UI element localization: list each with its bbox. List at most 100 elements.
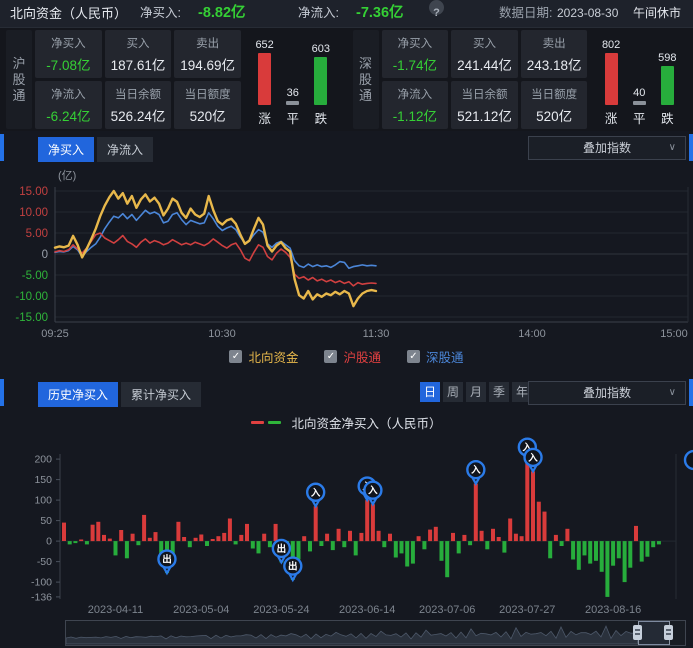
stat-cell-0-2: 卖出194.69亿	[174, 30, 241, 78]
period-month-button[interactable]: 月	[466, 382, 486, 402]
updown-column: 598跌	[658, 34, 676, 127]
svg-text:出: 出	[162, 554, 172, 566]
panel-shanghai-connect: 沪股通 净买入-7.08亿买入187.61亿卖出194.69亿净流入-6.24亿…	[0, 28, 347, 131]
data-date-value: 2023-08-30	[557, 0, 618, 27]
checkbox-shanghai[interactable]: ✓	[324, 350, 337, 363]
overlay-index-dropdown[interactable]: 叠加指数 ∨	[528, 136, 686, 160]
chevron-down-icon: ∨	[669, 382, 676, 404]
flow-marker-pin: 出	[284, 558, 301, 581]
svg-text:2023-07-06: 2023-07-06	[419, 604, 475, 616]
net-inflow-label: 净流入:	[298, 0, 339, 27]
updown-bar	[605, 53, 618, 105]
stat-cell-1-2: 卖出243.18亿	[521, 30, 588, 78]
svg-text:2023-07-27: 2023-07-27	[499, 604, 555, 616]
stat-cell-0-4: 当日余额526.24亿	[105, 81, 172, 129]
net-inflow-value: -7.36亿	[356, 0, 404, 27]
svg-text:11:30: 11:30	[363, 328, 390, 340]
chevron-down-icon: ∨	[669, 137, 676, 159]
svg-text:50: 50	[40, 515, 52, 527]
history-tabs: 历史净买入 累计净买入	[38, 382, 201, 407]
tab-cumulative-net-buy[interactable]: 累计净买入	[121, 382, 201, 407]
svg-text:200: 200	[34, 454, 52, 466]
legend-label-northbound: 北向资金	[248, 347, 298, 366]
stat-cell-1-0: 净买入-1.74亿	[382, 30, 449, 78]
panel-shanghai-connect-label: 沪股通	[6, 30, 32, 129]
right-accent-bar	[689, 134, 693, 161]
period-week-button[interactable]: 周	[443, 382, 463, 402]
panel-shenzhen-connect-cells: 净买入-1.74亿买入241.44亿卖出243.18亿净流入-1.12亿当日余额…	[382, 30, 588, 129]
flow-marker-pin: 入	[307, 484, 324, 507]
svg-text:2023-05-04: 2023-05-04	[173, 604, 229, 616]
svg-text:2023-06-14: 2023-06-14	[339, 604, 395, 616]
datazoom-minimap	[66, 621, 685, 645]
svg-text:入: 入	[470, 465, 481, 476]
period-day-button[interactable]: 日	[420, 382, 440, 402]
stat-cell-1-1: 买入241.44亿	[451, 30, 518, 78]
checkbox-shenzhen[interactable]: ✓	[407, 350, 420, 363]
tab-net-inflow[interactable]: 净流入	[97, 137, 153, 162]
checkbox-northbound[interactable]: ✓	[229, 350, 242, 363]
updown-column: 652涨	[255, 34, 273, 127]
legend-label-shenzhen: 深股通	[426, 347, 464, 366]
svg-text:2023-08-16: 2023-08-16	[585, 604, 641, 616]
updown-bar	[314, 57, 327, 105]
flow-marker-pin: 入	[467, 461, 484, 484]
legend-label-shanghai: 沪股通	[343, 347, 381, 366]
overlay-index-dropdown[interactable]: 叠加指数 ∨	[528, 381, 686, 405]
updown-bar	[661, 66, 674, 105]
history-toolbar: 历史净买入 累计净买入 日 周 月 季 年 叠加指数 ∨	[0, 378, 693, 408]
data-date-label: 数据日期:	[499, 0, 552, 27]
svg-text:10:30: 10:30	[208, 328, 236, 340]
stat-cell-1-4: 当日余额521.12亿	[451, 81, 518, 129]
svg-text:14:00: 14:00	[518, 328, 546, 340]
svg-text:-136: -136	[31, 591, 52, 603]
updown-bar	[633, 101, 646, 105]
svg-text:0: 0	[46, 536, 52, 548]
stock-connect-stats: 沪股通 净买入-7.08亿买入187.61亿卖出194.69亿净流入-6.24亿…	[0, 28, 693, 131]
panel-shanghai-connect-cells: 净买入-7.08亿买入187.61亿卖出194.69亿净流入-6.24亿当日余额…	[35, 30, 241, 129]
tab-history-net-buy[interactable]: 历史净买入	[38, 382, 118, 407]
datazoom-right-handle[interactable]	[664, 621, 674, 645]
svg-text:0: 0	[42, 249, 48, 261]
intraday-line-chart[interactable]: 15.0010.005.000-5.00-10.00-15.0009:2510:…	[0, 163, 693, 345]
svg-text:入: 入	[527, 453, 538, 464]
updown-0: 652涨36平603跌	[241, 30, 345, 129]
svg-text:100: 100	[34, 495, 52, 507]
updown-1: 802涨40平598跌	[588, 30, 692, 129]
svg-text:入: 入	[367, 486, 378, 497]
svg-text:-50: -50	[37, 556, 52, 568]
svg-text:09:25: 09:25	[41, 328, 69, 340]
overlay-index-dropdown-label: 叠加指数	[583, 386, 631, 400]
session-status: 午间休市	[633, 0, 681, 27]
history-bar-chart[interactable]: 200 150 100 50 0 -50 -100 -136 2023-04-11 2023-05…	[0, 432, 693, 620]
help-icon[interactable]: ?	[429, 0, 444, 15]
svg-text:-100: -100	[31, 577, 52, 589]
svg-text:出: 出	[288, 561, 298, 573]
northbound-funds-app: 北向资金（人民币） 净买入: -8.82亿 净流入: -7.36亿 ? 数据日期…	[0, 0, 693, 648]
updown-column: 603跌	[312, 34, 330, 127]
svg-text:2023-04-11: 2023-04-11	[88, 604, 143, 616]
header: 北向资金（人民币） 净买入: -8.82亿 净流入: -7.36亿 ? 数据日期…	[0, 0, 693, 28]
svg-text:10.00: 10.00	[19, 207, 48, 219]
svg-text:15.00: 15.00	[19, 186, 48, 198]
period-quarter-button[interactable]: 季	[489, 382, 509, 402]
net-buy-label: 净买入:	[140, 0, 181, 27]
panel-shenzhen-connect-label: 深股通	[353, 30, 379, 129]
stat-cell-0-1: 买入187.61亿	[105, 30, 172, 78]
stat-cell-0-3: 净流入-6.24亿	[35, 81, 102, 129]
intraday-toolbar: 净买入 净流入 叠加指数 ∨	[0, 133, 693, 163]
intraday-legend: ✓ 北向资金 ✓ 沪股通 ✓ 深股通	[0, 347, 693, 366]
legend-item-shenzhen: ✓ 深股通	[407, 347, 464, 366]
tab-net-buy[interactable]: 净买入	[38, 137, 94, 162]
stat-cell-1-3: 净流入-1.12亿	[382, 81, 449, 129]
updown-bar	[286, 101, 299, 105]
svg-text:-10.00: -10.00	[15, 291, 48, 303]
svg-text:150: 150	[34, 474, 52, 486]
stat-cell-0-5: 当日额度520亿	[174, 81, 241, 129]
period-buttons: 日 周 月 季 年	[420, 382, 532, 402]
stat-cell-0-0: 净买入-7.08亿	[35, 30, 102, 78]
datazoom-slider[interactable]	[65, 620, 686, 646]
stat-cell-1-5: 当日额度520亿	[521, 81, 588, 129]
datazoom-left-handle[interactable]	[633, 621, 643, 645]
page-title: 北向资金（人民币）	[10, 0, 127, 27]
